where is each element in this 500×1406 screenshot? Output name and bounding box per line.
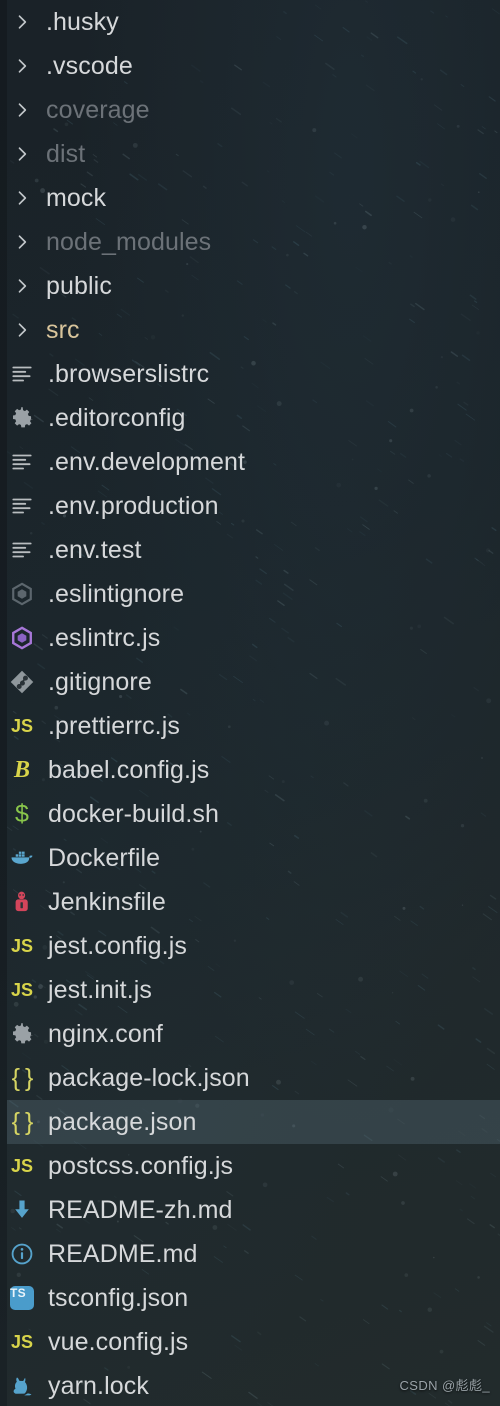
file-tree-row[interactable]: { } package-lock.json [0,1056,500,1100]
file-tree-row[interactable]: .husky [0,0,500,44]
js-icon: JS [10,716,34,736]
file-tree-row-label: .prettierrc.js [48,712,180,740]
file-tree-row-label: package-lock.json [48,1064,250,1092]
file-tree-row-label: Jenkinsfile [48,888,166,916]
document-lines-icon [7,491,37,521]
file-tree-row[interactable]: .env.development [0,440,500,484]
file-tree-row[interactable]: public [0,264,500,308]
file-tree-row-selected[interactable]: { } package.json [0,1100,500,1144]
file-tree-row-label: docker-build.sh [48,800,220,828]
file-tree-row[interactable]: JS postcss.config.js [0,1144,500,1188]
file-tree-row[interactable]: coverage [0,88,500,132]
file-tree-row[interactable]: Bbabel.config.js [0,748,500,792]
json-braces-icon: { } [11,1064,34,1092]
babel-icon: B [13,757,30,783]
chevron-right-icon[interactable] [7,276,37,296]
file-tree-row[interactable]: JS vue.config.js [0,1320,500,1364]
file-tree-row-label: jest.config.js [48,932,187,960]
chevron-right-icon[interactable] [7,188,37,208]
file-tree-row-label: .env.test [48,536,142,564]
file-tree-row-label: .vscode [46,52,133,80]
chevron-right-icon[interactable] [7,100,37,120]
file-tree-row[interactable]: .eslintignore [0,572,500,616]
file-tree-row[interactable]: .env.production [0,484,500,528]
file-tree-row-label: coverage [46,96,150,124]
file-tree-row-label: src [46,316,80,344]
chevron-right-icon[interactable] [7,320,37,340]
yarn-cat-icon [7,1371,37,1401]
file-tree-row-label: node_modules [46,228,212,256]
markdown-arrow-icon [7,1195,37,1225]
file-tree-row[interactable]: TS tsconfig.json [0,1276,500,1320]
eslint-hexagon-gray-icon [7,579,37,609]
file-tree-row[interactable]: .browserslistrc [0,352,500,396]
file-tree-row-label: README.md [48,1240,198,1268]
file-tree-row-label: .eslintignore [48,580,185,608]
file-tree-row-label: babel.config.js [48,756,210,784]
chevron-right-icon[interactable] [7,144,37,164]
file-tree-row[interactable]: README.md [0,1232,500,1276]
file-tree-row-label: README-zh.md [48,1196,233,1224]
file-tree-row[interactable]: .vscode [0,44,500,88]
document-lines-icon [7,447,37,477]
docker-whale-icon [7,843,37,873]
file-explorer-panel: .husky .vscode coverage dist mock node_module… [0,0,500,1406]
file-tree-row[interactable]: src [0,308,500,352]
git-icon [7,667,37,697]
file-tree-row-label: .gitignore [48,668,152,696]
csdn-watermark: CSDN @彪彪_ [399,1378,490,1393]
file-tree-row-label: jest.init.js [48,976,153,1004]
json-braces-icon: { } [11,1108,34,1136]
file-tree-row[interactable]: $ docker-build.sh [0,792,500,836]
file-tree-row[interactable]: dist [0,132,500,176]
file-tree-list[interactable]: .husky .vscode coverage dist mock node_module… [0,0,500,1406]
file-tree-row[interactable]: Dockerfile [0,836,500,880]
document-lines-icon [7,359,37,389]
file-tree-row[interactable]: JS jest.init.js [0,968,500,1012]
file-tree-row[interactable]: README-zh.md [0,1188,500,1232]
file-tree-row[interactable]: JS jest.config.js [0,924,500,968]
file-tree-row-label: mock [46,184,107,212]
file-tree-row-label: dist [46,140,86,168]
file-tree-row-label: .env.production [48,492,219,520]
gear-icon [7,1019,37,1049]
document-lines-icon [7,535,37,565]
file-tree-row[interactable]: node_modules [0,220,500,264]
file-tree-row-label: postcss.config.js [48,1152,234,1180]
shell-icon: $ [15,800,29,828]
file-tree-row-label: Dockerfile [48,844,161,872]
js-icon: JS [10,1332,34,1352]
file-tree-row[interactable]: .editorconfig [0,396,500,440]
file-tree-row-label: .editorconfig [48,404,186,432]
explorer-left-gutter [0,0,7,1406]
gear-icon [7,403,37,433]
file-tree-row[interactable]: Jenkinsfile [0,880,500,924]
chevron-right-icon[interactable] [7,232,37,252]
jenkins-butler-icon [7,887,37,917]
js-icon: JS [10,1156,34,1176]
file-tree-row-label: nginx.conf [48,1020,163,1048]
file-tree-row-label: package.json [48,1108,197,1136]
file-tree-row-label: .env.development [48,448,246,476]
file-tree-row-label: vue.config.js [48,1328,189,1356]
js-icon: JS [10,980,34,1000]
chevron-right-icon[interactable] [7,12,37,32]
file-tree-row-label: yarn.lock [48,1372,149,1400]
file-tree-row-label: tsconfig.json [48,1284,189,1312]
info-circle-icon [7,1239,37,1269]
file-tree-row-label: public [46,272,112,300]
chevron-right-icon[interactable] [7,56,37,76]
file-tree-row[interactable]: mock [0,176,500,220]
file-tree-row[interactable]: .gitignore [0,660,500,704]
file-tree-row-label: .browserslistrc [48,360,210,388]
eslint-hexagon-purple-icon [7,623,37,653]
file-tree-row[interactable]: .eslintrc.js [0,616,500,660]
file-tree-row-label: .eslintrc.js [48,624,161,652]
typescript-icon: TS [7,1283,37,1313]
file-tree-row[interactable]: nginx.conf [0,1012,500,1056]
file-tree-row[interactable]: JS .prettierrc.js [0,704,500,748]
file-tree-row-label: .husky [46,8,119,36]
file-tree-row[interactable]: .env.test [0,528,500,572]
js-icon: JS [10,936,34,956]
